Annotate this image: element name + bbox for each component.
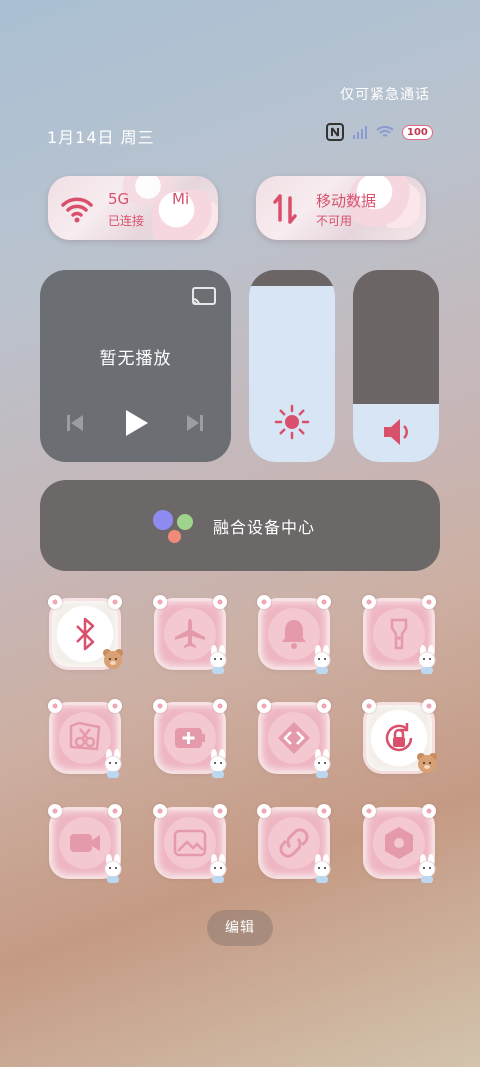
flashlight-icon bbox=[390, 618, 408, 650]
flower-decoration bbox=[362, 804, 376, 818]
status-bar-icons: 100 bbox=[326, 122, 433, 142]
device-center-icon bbox=[153, 510, 173, 530]
link-icon bbox=[279, 828, 309, 858]
wifi-status: 已连接 bbox=[108, 214, 145, 228]
wifi-icon bbox=[61, 197, 93, 223]
device-center-card[interactable]: 融合设备中心 bbox=[40, 480, 440, 571]
brightness-slider[interactable] bbox=[249, 270, 335, 462]
battery-saver-icon bbox=[175, 728, 205, 748]
quick-toggle-screen-record[interactable] bbox=[48, 804, 122, 883]
quick-toggle-airplane[interactable] bbox=[153, 595, 227, 674]
flower-decoration bbox=[213, 804, 227, 818]
flower-decoration bbox=[213, 595, 227, 609]
quick-toggle-screenshot-scissors[interactable] bbox=[48, 699, 122, 778]
flower-decoration bbox=[257, 804, 271, 818]
bear-sticker-icon bbox=[103, 649, 123, 669]
quick-toggle-rotation-lock[interactable] bbox=[362, 699, 437, 773]
quick-toggle-flashlight[interactable] bbox=[362, 595, 436, 674]
flower-decoration bbox=[213, 699, 227, 713]
flower-decoration bbox=[422, 595, 436, 609]
volume-icon bbox=[384, 419, 408, 445]
flower-decoration bbox=[153, 699, 167, 713]
wifi-ssid: 5G bbox=[108, 190, 130, 208]
flower-decoration bbox=[422, 804, 436, 818]
flower-decoration bbox=[108, 804, 122, 818]
flower-decoration bbox=[317, 595, 331, 609]
quick-toggle-battery-saver[interactable] bbox=[153, 699, 227, 778]
quick-toggle-bluetooth[interactable] bbox=[48, 595, 123, 669]
flower-decoration bbox=[153, 595, 167, 609]
flower-decoration bbox=[257, 699, 271, 713]
settings-hex-icon bbox=[385, 827, 413, 859]
landscape-icon bbox=[173, 829, 207, 857]
bunny-sticker-icon bbox=[418, 645, 436, 674]
device-center-label: 融合设备中心 bbox=[213, 518, 316, 537]
airplane-icon bbox=[175, 619, 205, 648]
quick-toggle-bell[interactable] bbox=[257, 595, 331, 674]
bunny-sticker-icon bbox=[209, 645, 227, 674]
bunny-sticker-icon bbox=[209, 854, 227, 883]
flower-decoration bbox=[362, 699, 376, 713]
quick-toggle-code[interactable] bbox=[257, 699, 331, 778]
edit-button[interactable]: 编辑 bbox=[207, 910, 273, 946]
flower-decoration bbox=[362, 595, 376, 609]
flower-decoration bbox=[422, 699, 436, 713]
wifi-icon bbox=[376, 126, 394, 137]
flower-decoration bbox=[317, 804, 331, 818]
media-card[interactable]: 暂无播放 bbox=[40, 270, 231, 462]
bell-icon bbox=[282, 620, 306, 649]
volume-slider[interactable] bbox=[353, 270, 439, 462]
brightness-icon bbox=[274, 404, 310, 440]
bunny-sticker-icon bbox=[418, 854, 436, 883]
bear-sticker-icon bbox=[417, 753, 437, 773]
wifi-extra: Mi bbox=[172, 190, 190, 208]
mobile-data-label: 移动数据 bbox=[316, 192, 377, 210]
bunny-sticker-icon bbox=[313, 749, 331, 778]
flower-decoration bbox=[48, 804, 62, 818]
screen-record-icon bbox=[70, 834, 100, 852]
flower-decoration bbox=[108, 699, 122, 713]
bluetooth-icon bbox=[76, 617, 95, 651]
quick-toggle-settings-hex[interactable] bbox=[362, 804, 436, 883]
flower-decoration bbox=[153, 804, 167, 818]
bunny-sticker-icon bbox=[313, 645, 331, 674]
flower-decoration bbox=[257, 595, 271, 609]
mobile-data-tile[interactable]: 移动数据 不可用 bbox=[256, 176, 426, 240]
date-label: 1月14日 周三 bbox=[47, 128, 155, 147]
battery-icon: 100 bbox=[402, 124, 433, 140]
next-icon[interactable] bbox=[184, 412, 206, 434]
code-icon bbox=[278, 722, 310, 754]
device-center-icon bbox=[177, 514, 193, 530]
previous-icon[interactable] bbox=[64, 412, 86, 434]
screenshot-scissors-icon bbox=[69, 721, 101, 751]
mobile-data-icon bbox=[273, 194, 297, 224]
nfc-icon bbox=[326, 123, 344, 141]
quick-toggle-landscape[interactable] bbox=[153, 804, 227, 883]
media-title: 暂无播放 bbox=[99, 349, 172, 369]
device-center-icon bbox=[168, 530, 181, 543]
flower-decoration bbox=[48, 595, 62, 609]
cast-icon[interactable] bbox=[191, 286, 217, 308]
flower-decoration bbox=[48, 699, 62, 713]
bunny-sticker-icon bbox=[104, 749, 122, 778]
signal-icon bbox=[353, 126, 367, 139]
wifi-tile[interactable]: 5G Mi 已连接 bbox=[48, 176, 218, 240]
flower-decoration bbox=[108, 595, 122, 609]
bunny-sticker-icon bbox=[209, 749, 227, 778]
play-icon[interactable] bbox=[122, 408, 150, 438]
bunny-sticker-icon bbox=[104, 854, 122, 883]
flower-decoration bbox=[317, 699, 331, 713]
quick-toggle-link[interactable] bbox=[257, 804, 331, 883]
bunny-sticker-icon bbox=[313, 854, 331, 883]
mobile-data-status: 不可用 bbox=[316, 214, 353, 228]
emergency-call-text: 仅可紧急通话 bbox=[340, 87, 430, 103]
rotation-lock-icon bbox=[385, 723, 413, 752]
